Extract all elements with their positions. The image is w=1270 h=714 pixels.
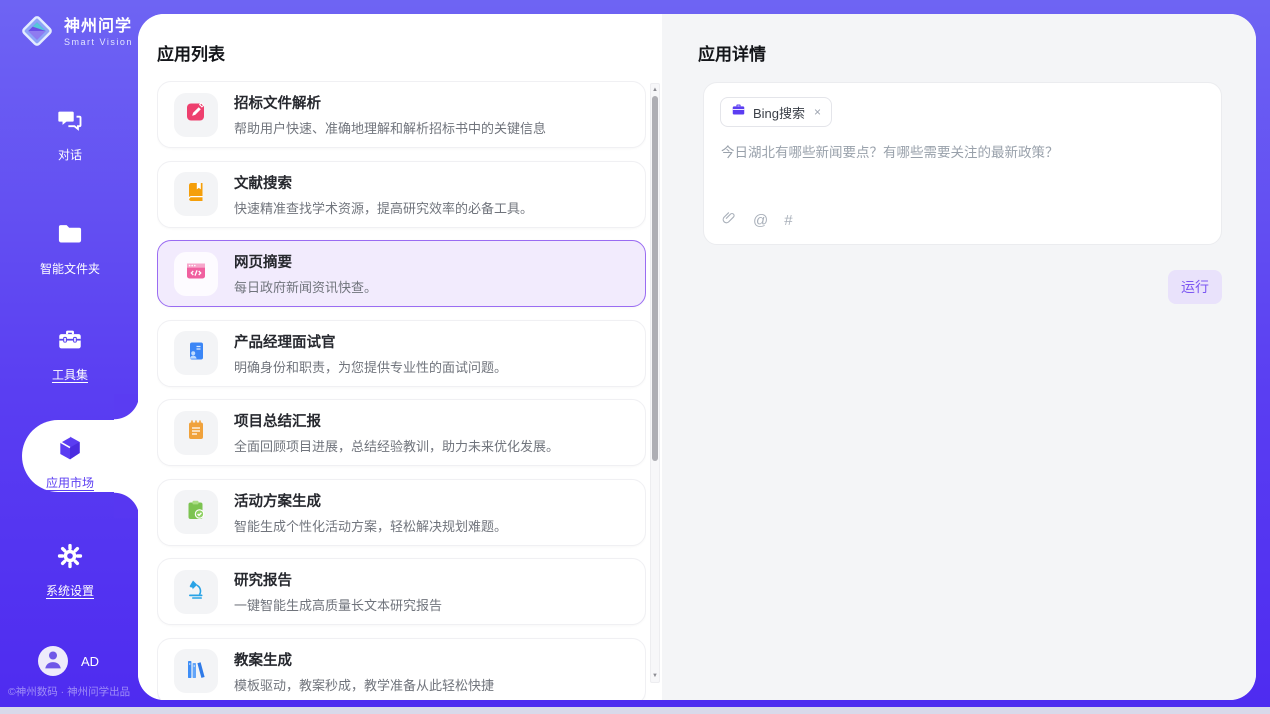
main-content: 应用列表 招标文件解析 帮助用户快速 bbox=[138, 14, 1256, 700]
gear-icon bbox=[56, 542, 84, 575]
close-icon[interactable]: × bbox=[814, 105, 821, 119]
app-title: 教案生成 bbox=[234, 649, 494, 670]
icon-tile bbox=[174, 411, 218, 455]
app-title: 招标文件解析 bbox=[234, 92, 546, 113]
brand-name: 神州问学 bbox=[64, 19, 133, 36]
toolbox-icon bbox=[56, 326, 84, 359]
app-card-research-report[interactable]: 研究报告 一键智能生成高质量长文本研究报告 bbox=[157, 558, 646, 625]
icon-tile bbox=[174, 490, 218, 534]
interview-doc-icon bbox=[184, 339, 208, 368]
app-desc: 模板驱动，教案秒成，教学准备从此轻松快捷 bbox=[234, 675, 494, 694]
brand-tagline: Smart Vision bbox=[64, 38, 133, 47]
app-desc: 快速精准查找学术资源，提高研究效率的必备工具。 bbox=[234, 198, 533, 217]
person-icon bbox=[38, 646, 68, 676]
app-title: 研究报告 bbox=[234, 569, 442, 590]
app-list-panel: 应用列表 招标文件解析 帮助用户快速 bbox=[138, 14, 662, 700]
sidebar-item-smart-folders[interactable]: 智能文件夹 bbox=[0, 220, 140, 277]
app-card-lesson-plan[interactable]: 教案生成 模板驱动，教案秒成，教学准备从此轻松快捷 bbox=[157, 638, 646, 701]
hash-icon[interactable]: # bbox=[784, 212, 792, 229]
app-card-pm-interviewer[interactable]: 产品经理面试官 明确身份和职责，为您提供专业性的面试问题。 bbox=[157, 320, 646, 387]
sidebar-item-label: 工具集 bbox=[52, 366, 88, 383]
app-card-bid-document-parsing[interactable]: 招标文件解析 帮助用户快速、准确地理解和解析招标书中的关键信息 bbox=[157, 81, 646, 148]
app-detail-panel: 应用详情 Bing搜索 × 今日湖北有哪些新闻要点？有哪些需要关注的最新政策？ bbox=[662, 14, 1256, 700]
clipboard-check-icon bbox=[184, 498, 208, 527]
active-nav-curve-bottom bbox=[114, 492, 140, 518]
folder-icon bbox=[56, 220, 84, 253]
sidebar-item-app-market[interactable]: 应用市场 bbox=[0, 434, 140, 491]
paperclip-icon[interactable] bbox=[721, 210, 737, 231]
microscope-icon bbox=[184, 577, 208, 606]
input-toolbar: @ # bbox=[721, 210, 793, 231]
sidebar: 神州问学 Smart Vision 对话 智能文件夹 bbox=[0, 0, 140, 707]
app-title: 网页摘要 bbox=[234, 251, 377, 272]
notepad-icon bbox=[184, 418, 208, 447]
brand-logo: 神州问学 Smart Vision bbox=[18, 12, 133, 55]
query-input[interactable]: 今日湖北有哪些新闻要点？有哪些需要关注的最新政策？ bbox=[721, 143, 1205, 163]
run-button[interactable]: 运行 bbox=[1168, 270, 1222, 304]
sidebar-item-label: 系统设置 bbox=[46, 582, 94, 599]
icon-tile bbox=[174, 252, 218, 296]
briefcase-icon bbox=[731, 102, 746, 122]
scroll-down-icon[interactable]: ▼ bbox=[651, 671, 659, 681]
app-detail-title: 应用详情 bbox=[698, 40, 766, 65]
app-list-scrollbar[interactable]: ▲ ▼ bbox=[650, 83, 660, 683]
books-icon bbox=[184, 657, 208, 686]
app-desc: 帮助用户快速、准确地理解和解析招标书中的关键信息 bbox=[234, 118, 546, 137]
browser-code-icon bbox=[184, 259, 208, 288]
user-initials: AD bbox=[81, 654, 99, 669]
tool-chip-label: Bing搜索 bbox=[753, 103, 805, 122]
app-card-event-plan[interactable]: 活动方案生成 智能生成个性化活动方案，轻松解决规划难题。 bbox=[157, 479, 646, 546]
avatar bbox=[38, 646, 68, 676]
user-account[interactable]: AD bbox=[38, 646, 99, 676]
copyright-footer: ©神州数码 · 神州问学出品 bbox=[8, 684, 130, 699]
pen-square-icon bbox=[184, 100, 208, 129]
app-card-literature-search[interactable]: 文献搜索 快速精准查找学术资源，提高研究效率的必备工具。 bbox=[157, 161, 646, 228]
prompt-input-card[interactable]: Bing搜索 × 今日湖北有哪些新闻要点？有哪些需要关注的最新政策？ @ # bbox=[703, 82, 1222, 245]
scrollbar-thumb[interactable] bbox=[652, 96, 658, 461]
active-nav-curve-top bbox=[114, 394, 140, 420]
app-desc: 明确身份和职责，为您提供专业性的面试问题。 bbox=[234, 357, 507, 376]
cube-icon bbox=[56, 434, 84, 467]
sidebar-item-settings[interactable]: 系统设置 bbox=[0, 542, 140, 599]
app-desc: 每日政府新闻资讯快查。 bbox=[234, 277, 377, 296]
app-title: 产品经理面试官 bbox=[234, 331, 507, 352]
icon-tile bbox=[174, 172, 218, 216]
sidebar-item-label: 对话 bbox=[58, 146, 82, 163]
app-desc: 一键智能生成高质量长文本研究报告 bbox=[234, 595, 442, 614]
icon-tile bbox=[174, 93, 218, 137]
sidebar-item-toolset[interactable]: 工具集 bbox=[0, 326, 140, 383]
diamond-logo-icon bbox=[18, 12, 56, 55]
app-title: 活动方案生成 bbox=[234, 490, 507, 511]
bottom-edge-strip bbox=[0, 707, 1270, 714]
sidebar-item-label: 智能文件夹 bbox=[40, 260, 100, 277]
app-desc: 全面回顾项目进展，总结经验教训，助力未来优化发展。 bbox=[234, 436, 559, 455]
app-desc: 智能生成个性化活动方案，轻松解决规划难题。 bbox=[234, 516, 507, 535]
app-window: 神州问学 Smart Vision 对话 智能文件夹 bbox=[0, 0, 1270, 714]
app-card-web-summary[interactable]: 网页摘要 每日政府新闻资讯快查。 bbox=[157, 240, 646, 307]
app-list: 招标文件解析 帮助用户快速、准确地理解和解析招标书中的关键信息 bbox=[157, 81, 646, 700]
app-title: 项目总结汇报 bbox=[234, 410, 559, 431]
sidebar-item-label: 应用市场 bbox=[46, 474, 94, 491]
app-list-title: 应用列表 bbox=[157, 40, 225, 65]
app-title: 文献搜索 bbox=[234, 172, 533, 193]
scroll-up-icon[interactable]: ▲ bbox=[651, 85, 659, 95]
at-icon[interactable]: @ bbox=[753, 212, 768, 229]
app-card-project-summary[interactable]: 项目总结汇报 全面回顾项目进展，总结经验教训，助力未来优化发展。 bbox=[157, 399, 646, 466]
icon-tile bbox=[174, 649, 218, 693]
book-icon bbox=[184, 180, 208, 209]
sidebar-item-chat[interactable]: 对话 bbox=[0, 106, 140, 163]
icon-tile bbox=[174, 570, 218, 614]
icon-tile bbox=[174, 331, 218, 375]
chat-icon bbox=[56, 106, 84, 139]
tool-chip-bing-search[interactable]: Bing搜索 × bbox=[720, 97, 832, 127]
